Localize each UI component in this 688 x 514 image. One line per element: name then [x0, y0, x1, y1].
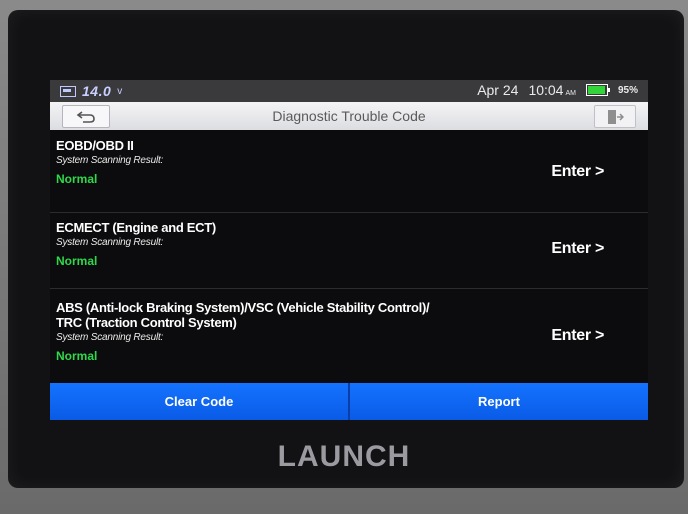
page-title: Diagnostic Trouble Code	[272, 108, 426, 124]
enter-button-ecmect[interactable]: Enter >	[551, 240, 604, 258]
battery-icon	[585, 84, 610, 96]
footer-toolbar: Clear Code Report	[50, 383, 648, 420]
device-screen: 14.0 v Apr 24 10:04 AM 95% Diagnostic Tro…	[50, 80, 648, 420]
status-bar: 14.0 v Apr 24 10:04 AM 95%	[50, 80, 648, 102]
exit-door-icon	[608, 109, 624, 124]
status-date: Apr 24	[477, 82, 519, 98]
exit-button[interactable]	[594, 105, 636, 128]
clear-code-button[interactable]: Clear Code	[50, 383, 348, 420]
voltage-unit: v	[117, 85, 123, 97]
system-name: ECMECT (Engine and ECT)	[56, 220, 216, 235]
enter-button-eobd[interactable]: Enter >	[551, 163, 604, 181]
system-list: EOBD/OBD II System Scanning Result: Norm…	[50, 130, 648, 386]
title-bar: Diagnostic Trouble Code	[50, 102, 648, 130]
scan-result-value: Normal	[56, 349, 98, 363]
status-time-group: 10:04 AM	[528, 82, 576, 98]
status-time: 10:04	[528, 82, 564, 98]
status-right: Apr 24 10:04 AM 95%	[477, 82, 638, 98]
voltage-readout: 14.0 v	[60, 83, 122, 99]
system-name-line-1: ABS (Anti-lock Braking System)/VSC (Vehi…	[56, 300, 430, 315]
voltage-value: 14.0	[82, 83, 112, 99]
battery-percent: 95%	[617, 84, 638, 96]
brand-logo: LAUNCH	[277, 440, 411, 473]
list-divider	[50, 288, 648, 289]
vehicle-battery-icon	[60, 85, 76, 97]
battery-level-fill	[587, 86, 605, 94]
enter-button-abs[interactable]: Enter >	[551, 327, 604, 345]
report-button[interactable]: Report	[350, 383, 648, 420]
status-ampm: AM	[565, 90, 576, 97]
list-divider	[50, 212, 648, 213]
system-name: EOBD/OBD II	[56, 138, 134, 153]
